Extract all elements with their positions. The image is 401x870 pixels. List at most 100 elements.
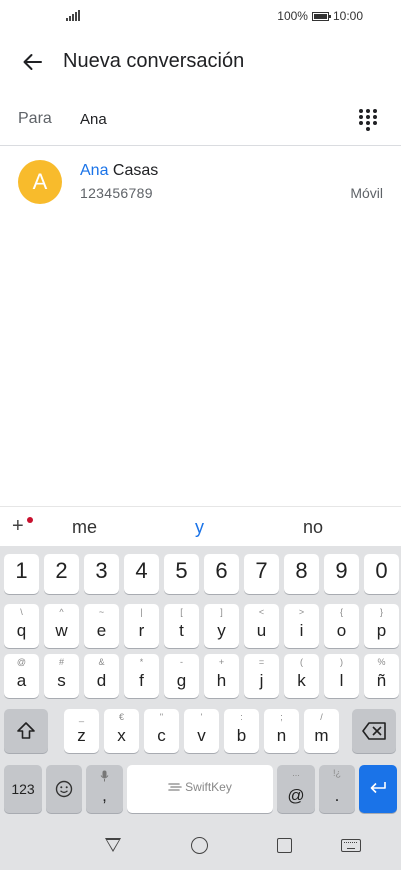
key-label: s [57, 671, 66, 690]
plus-icon[interactable]: + [12, 515, 24, 538]
key-2[interactable]: 2 [44, 554, 79, 594]
key-secondary-label: ^ [59, 607, 64, 617]
key-label: 9 [335, 558, 348, 583]
key-1[interactable]: 1 [4, 554, 39, 594]
key-c[interactable]: " c [144, 709, 179, 753]
key-v[interactable]: ' v [184, 709, 219, 753]
key-secondary-label: [ [180, 607, 183, 617]
key-8[interactable]: 8 [284, 554, 319, 594]
key-h[interactable]: + h [204, 654, 239, 698]
enter-icon [370, 782, 386, 794]
key-secondary-label: ) [340, 657, 343, 667]
home-circle-icon[interactable] [191, 837, 208, 854]
arrow-left-icon[interactable] [18, 48, 46, 76]
key-label: r [138, 621, 145, 640]
key-secondary-label: _ [78, 712, 84, 722]
key-n[interactable]: ; n [264, 709, 299, 753]
keyboard-icon[interactable] [341, 839, 361, 852]
key-secondary-label: | [140, 607, 143, 617]
key-w[interactable]: ^ w [44, 604, 79, 648]
key-secondary-label: € [118, 712, 124, 722]
key-7[interactable]: 7 [244, 554, 279, 594]
symbols-key[interactable]: 123 [4, 765, 42, 813]
key-x[interactable]: € x [104, 709, 139, 753]
key-t[interactable]: [t [164, 604, 199, 648]
key-a[interactable]: @ a [4, 654, 39, 698]
key-q[interactable]: \ q [4, 604, 39, 648]
key-ñ[interactable]: % ñ [364, 654, 399, 698]
key-y[interactable]: ] y [204, 604, 239, 648]
key-o[interactable]: {o [324, 604, 359, 648]
key-label: ñ [376, 671, 387, 690]
period-key[interactable]: !¿ . [319, 765, 355, 813]
key-secondary-label: ' [200, 712, 203, 722]
key-f[interactable]: * f [124, 654, 159, 698]
key-secondary-label: @ [16, 657, 27, 667]
key-secondary-label: } [379, 607, 383, 617]
key-label: g [176, 671, 187, 690]
suggestion-center[interactable]: y [195, 517, 204, 538]
shift-key[interactable] [4, 709, 48, 753]
key-9[interactable]: 9 [324, 554, 359, 594]
microphone-icon [100, 770, 109, 782]
key-secondary-label: ; [280, 712, 283, 722]
suggestion-strip: + me y no [0, 506, 401, 546]
backspace-key[interactable] [352, 709, 396, 753]
contact-name-match: Ana [80, 162, 109, 179]
key-0[interactable]: 0 [364, 554, 399, 594]
key-m[interactable]: / m [304, 709, 339, 753]
key-label: 4 [135, 558, 148, 583]
app-bar: Nueva conversación [0, 40, 401, 84]
signal-icon [66, 9, 80, 21]
space-key[interactable]: SwiftKey [127, 765, 273, 813]
key-3[interactable]: 3 [84, 554, 119, 594]
key-secondary-label: + [218, 657, 225, 667]
key-secondary-label: { [339, 607, 343, 617]
key-r[interactable]: | r [124, 604, 159, 648]
back-triangle-icon[interactable] [105, 838, 121, 852]
key-j[interactable]: = j [244, 654, 279, 698]
key-secondary-label: - [180, 657, 183, 667]
contact-list-item[interactable]: A Ana Casas 123456789 Móvil [0, 156, 401, 208]
key-label: n [276, 726, 287, 745]
enter-key[interactable] [359, 765, 397, 813]
letter-row-1: \ q ^ w ~ e | r[t] y < u > i{o} p [0, 604, 401, 648]
navigation-bar [0, 818, 401, 870]
comma-key[interactable]: , [86, 765, 123, 813]
key-i[interactable]: > i [284, 604, 319, 648]
at-key[interactable]: ... @ [277, 765, 315, 813]
key-u[interactable]: < u [244, 604, 279, 648]
key-g[interactable]: -g [164, 654, 199, 698]
key-label: e [96, 621, 107, 640]
key-label: a [16, 671, 27, 690]
to-label: Para [18, 110, 52, 127]
swiftkey-logo-icon [168, 783, 182, 791]
key-label: l [339, 671, 344, 690]
key-label: f [139, 671, 144, 690]
key-6[interactable]: 6 [204, 554, 239, 594]
emoji-key[interactable] [46, 765, 82, 813]
key-4[interactable]: 4 [124, 554, 159, 594]
page-title: Nueva conversación [63, 50, 245, 72]
key-b[interactable]: :b [224, 709, 259, 753]
key-secondary-label: ] [220, 607, 223, 617]
shift-icon [17, 722, 35, 739]
recents-square-icon[interactable] [277, 838, 292, 853]
key-k[interactable]: (k [284, 654, 319, 698]
number-row: 1 2 3 4 5 6 7 8 9 0 [0, 554, 401, 598]
key-s[interactable]: # s [44, 654, 79, 698]
comma-key-label: , [102, 786, 107, 805]
key-d[interactable]: & d [84, 654, 119, 698]
clock: 10:00 [332, 9, 363, 23]
dialpad-icon[interactable] [359, 109, 379, 131]
recipient-input[interactable]: Ana [80, 111, 107, 128]
suggestion-right[interactable]: no [303, 517, 323, 538]
key-label: q [16, 621, 27, 640]
key-label: h [216, 671, 227, 690]
key-e[interactable]: ~ e [84, 604, 119, 648]
key-p[interactable]: } p [364, 604, 399, 648]
key-5[interactable]: 5 [164, 554, 199, 594]
key-l[interactable]: ) l [324, 654, 359, 698]
key-z[interactable]: _ z [64, 709, 99, 753]
suggestion-left[interactable]: me [72, 517, 97, 538]
